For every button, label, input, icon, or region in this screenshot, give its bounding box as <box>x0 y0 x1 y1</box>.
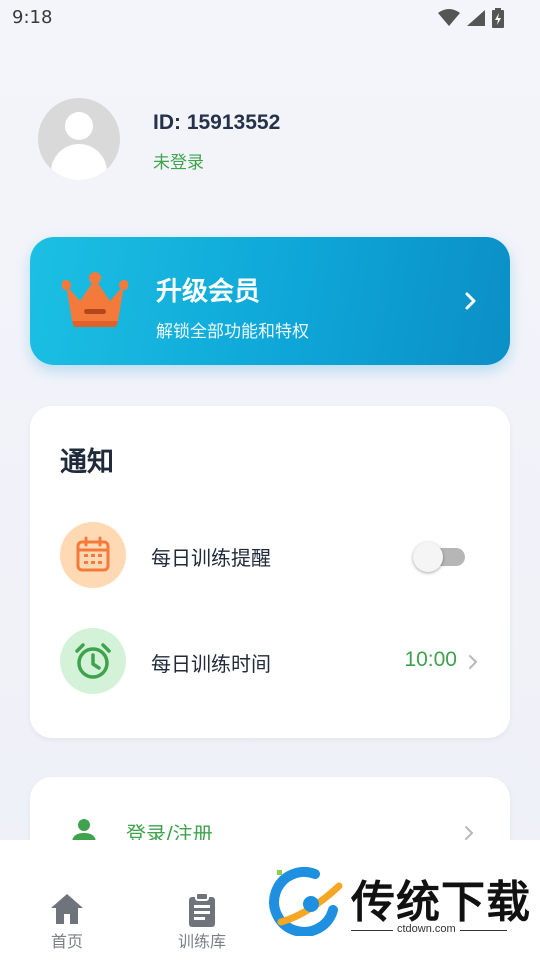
status-bar: 9:18 <box>0 0 540 36</box>
clipboard-icon <box>189 892 215 927</box>
chevron-right-icon <box>465 826 474 840</box>
watermark-logo-icon <box>269 867 343 936</box>
user-id: ID: 15913552 <box>153 111 281 134</box>
daily-reminder-label: 每日训练提醒 <box>151 546 271 570</box>
nav-home[interactable]: 首页 <box>27 886 107 952</box>
watermark: 传统下载 ctdown.com <box>255 848 540 960</box>
crown-icon <box>62 272 128 327</box>
nav-training-library-label: 训练库 <box>177 932 226 951</box>
nav-home-label: 首页 <box>50 932 83 951</box>
chevron-right-icon <box>469 655 478 669</box>
vip-title: 升级会员 <box>156 277 261 307</box>
daily-reminder-toggle[interactable] <box>413 542 465 572</box>
avatar[interactable] <box>38 98 120 180</box>
status-icons <box>438 8 504 28</box>
clock-icon-badge <box>60 628 126 694</box>
chevron-right-icon <box>465 292 476 310</box>
status-time: 9:18 <box>12 7 53 28</box>
calendar-icon-badge <box>60 522 126 588</box>
login-status[interactable]: 未登录 <box>153 148 204 173</box>
notifications-card: 通知 每日训练提醒 每日训练时间 10:00 <box>30 406 510 738</box>
calendar-icon <box>76 536 110 572</box>
notifications-title: 通知 <box>60 447 114 478</box>
daily-time-row[interactable]: 每日训练时间 10:00 <box>30 626 510 696</box>
watermark-text: 传统下载 <box>351 877 531 928</box>
signal-icon <box>467 10 485 26</box>
vip-subtitle: 解锁全部功能和特权 <box>156 322 309 342</box>
profile-section: ID: 15913552 未登录 <box>38 98 498 180</box>
alarm-clock-icon <box>75 643 111 679</box>
daily-reminder-row: 每日训练提醒 <box>30 520 510 590</box>
home-icon <box>51 894 83 924</box>
wifi-icon <box>438 9 460 26</box>
daily-time-label: 每日训练时间 <box>151 652 271 676</box>
battery-charging-icon <box>492 8 504 28</box>
watermark-url: ctdown.com <box>393 923 460 935</box>
daily-time-value[interactable]: 10:00 <box>404 648 457 672</box>
nav-training-library[interactable]: 训练库 <box>162 886 242 952</box>
upgrade-vip-card[interactable]: 升级会员 解锁全部功能和特权 <box>30 237 510 365</box>
